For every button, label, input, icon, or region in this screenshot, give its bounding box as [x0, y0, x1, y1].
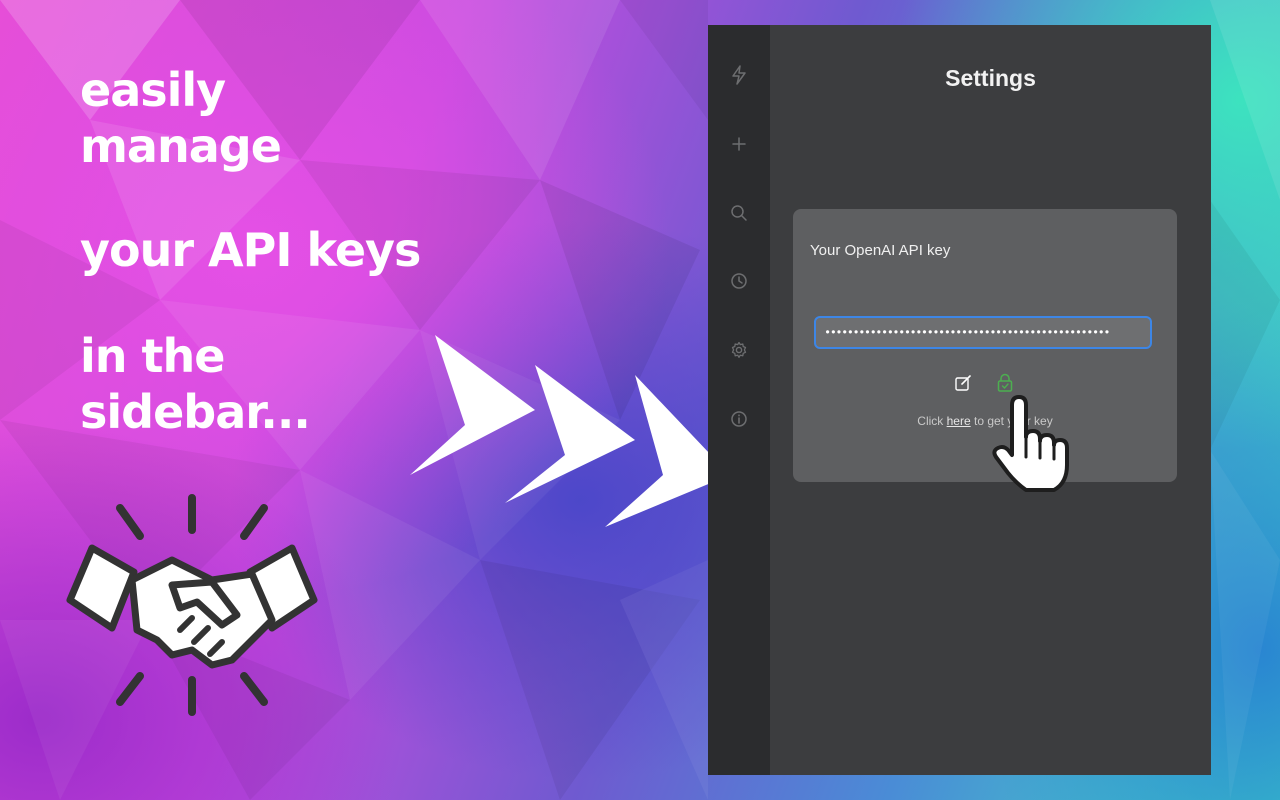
get-key-hint: Click here to get your key	[793, 414, 1177, 428]
settings-title: Settings	[945, 65, 1036, 91]
promo-line-api-keys: your API keys	[80, 223, 421, 277]
promo-line-manage: manage	[80, 119, 282, 173]
promo-headline-3: in the sidebar...	[80, 328, 311, 440]
save-key-button[interactable]	[995, 373, 1015, 393]
api-key-label: Your OpenAI API key	[810, 242, 951, 259]
lightning-icon[interactable]	[727, 63, 751, 87]
hand-pointer-icon	[992, 395, 1069, 492]
chevron-arrows-icon	[410, 335, 730, 527]
clock-icon[interactable]	[727, 269, 751, 293]
handshake-icon	[66, 494, 318, 716]
gear-icon[interactable]	[727, 338, 751, 362]
api-key-input[interactable]	[814, 316, 1152, 349]
lock-check-icon	[997, 373, 1013, 392]
promo-line-easily: easily	[80, 63, 226, 117]
promo-line-in-the: in the	[80, 329, 225, 383]
sidebar-rail	[708, 25, 770, 775]
promo-headline-2: your API keys	[80, 222, 500, 278]
promo-headline-1: easily manage	[80, 62, 282, 174]
hint-prefix: Click	[917, 414, 947, 428]
info-icon[interactable]	[727, 407, 751, 431]
search-icon[interactable]	[727, 201, 751, 225]
promo-line-sidebar: sidebar...	[80, 385, 311, 439]
get-key-link[interactable]: here	[947, 414, 971, 428]
api-key-card: Your OpenAI API key Click here to get yo…	[793, 209, 1177, 482]
extension-window: Settings Your OpenAI API key Click here …	[708, 25, 1211, 775]
plus-icon[interactable]	[727, 132, 751, 156]
edit-key-button[interactable]	[953, 373, 973, 393]
edit-icon	[955, 375, 971, 391]
